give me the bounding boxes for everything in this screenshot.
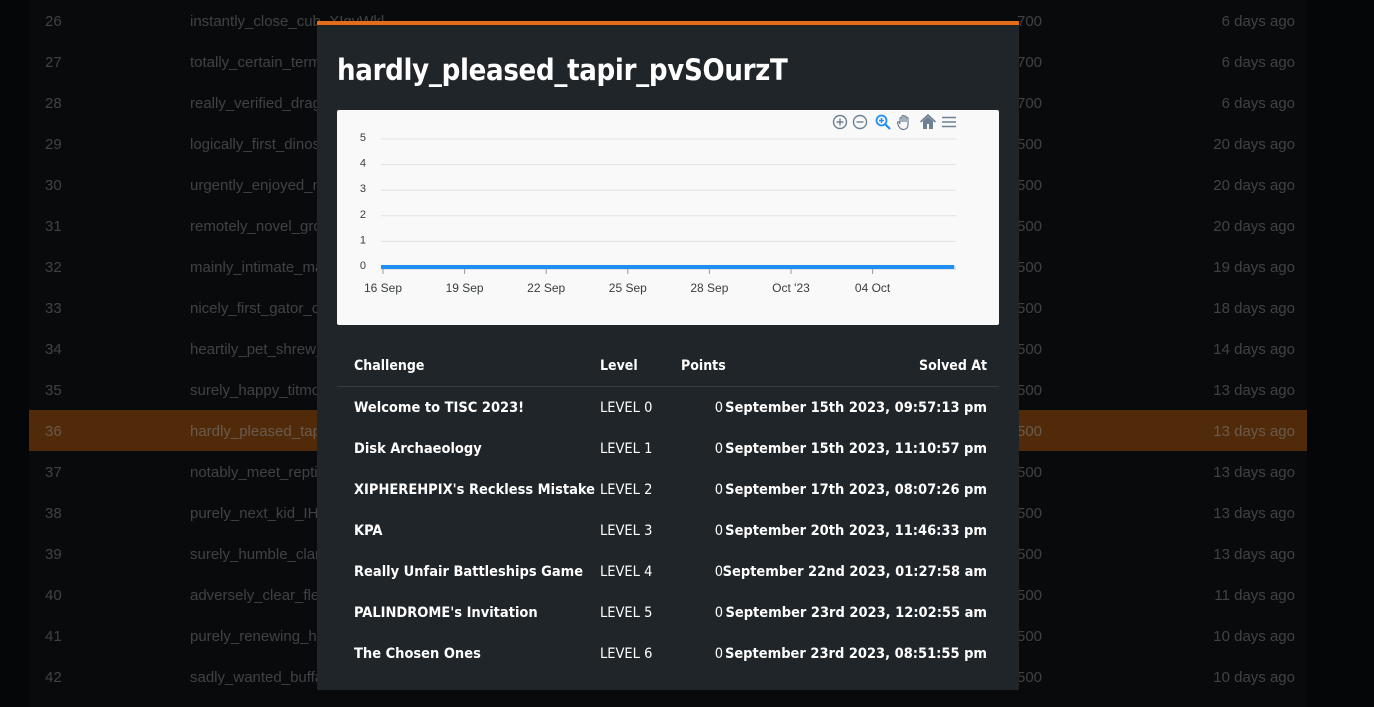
level-cell: LEVEL 0 [600, 400, 653, 416]
y-tick-label: 5 [360, 132, 366, 144]
table-row: XIPHEREHPIX's Reckless Mistake LEVEL 2 0 Se… [337, 469, 999, 510]
modal-title: hardly_pleased_tapir_pvSOurzT [337, 53, 788, 87]
level-cell: LEVEL 1 [600, 441, 653, 457]
x-tick-label: 22 Sep [527, 281, 565, 295]
score-chart-svg: 0 1 2 3 4 5 16 Sep 19 Sep 22 Sep 25 Sep 28 Sep Oct … [360, 132, 956, 295]
points-cell: 0 [714, 441, 723, 457]
points-cell: 0 [714, 523, 723, 539]
y-tick-label: 1 [360, 234, 366, 246]
y-tick-label: 4 [360, 158, 366, 170]
solved-at-cell: September 23rd 2023, 12:02:55 am [725, 605, 987, 621]
points-cell: 0 [714, 482, 723, 498]
home-icon[interactable] [919, 113, 937, 131]
solved-at-cell: September 22nd 2023, 01:27:58 am [722, 564, 987, 580]
level-cell: LEVEL 6 [600, 646, 653, 662]
points-cell: 0 [714, 605, 723, 621]
level-cell: LEVEL 3 [600, 523, 653, 539]
solves-table: Challenge Level Points Solved At Welcome… [337, 346, 999, 674]
menu-icon[interactable] [940, 113, 958, 131]
challenge-cell: PALINDROME's Invitation [354, 605, 538, 621]
header-solved-at[interactable]: Solved At [919, 346, 987, 386]
challenge-cell: KPA [354, 523, 383, 539]
challenge-cell: Disk Archaeology [354, 441, 482, 457]
challenge-cell: Welcome to TISC 2023! [354, 400, 525, 416]
user-detail-modal: hardly_pleased_tapir_pvSOurzT 0 1 2 3 4 5 16 S… [317, 21, 1019, 690]
y-tick-label: 0 [360, 260, 366, 272]
score-chart: 0 1 2 3 4 5 16 Sep 19 Sep 22 Sep 25 Sep 28 Sep Oct … [337, 110, 999, 325]
table-row: Welcome to TISC 2023! LEVEL 0 0 September 1… [337, 387, 999, 428]
points-cell: 0 [714, 564, 723, 580]
level-cell: LEVEL 4 [600, 564, 653, 580]
x-tick-label: Oct '23 [772, 281, 810, 295]
x-tick-label: 19 Sep [446, 281, 484, 295]
y-tick-label: 3 [360, 183, 366, 195]
table-row: Really Unfair Battleships Game LEVEL 4 0 Se… [337, 551, 999, 592]
zoom-in-icon[interactable] [831, 113, 849, 131]
level-cell: LEVEL 2 [600, 482, 653, 498]
y-tick-label: 2 [360, 209, 366, 221]
table-row: PALINDROME's Invitation LEVEL 5 0 September… [337, 592, 999, 633]
table-row: The Chosen Ones LEVEL 6 0 September 23rd 20… [337, 633, 999, 674]
x-tick-label: 04 Oct [855, 281, 891, 295]
zoom-out-icon[interactable] [851, 113, 869, 131]
table-row: KPA LEVEL 3 0 September 20th 2023, 11:46:33… [337, 510, 999, 551]
points-cell: 0 [714, 646, 723, 662]
challenge-cell: The Chosen Ones [354, 646, 481, 662]
header-points[interactable]: Points [681, 346, 726, 386]
header-challenge[interactable]: Challenge [354, 346, 424, 386]
selection-zoom-icon[interactable] [874, 113, 892, 131]
challenge-cell: XIPHEREHPIX's Reckless Mistake [354, 482, 596, 498]
x-tick-label: 25 Sep [609, 281, 647, 295]
challenge-cell: Really Unfair Battleships Game [354, 564, 584, 580]
solved-at-cell: September 17th 2023, 08:07:26 pm [725, 482, 987, 498]
header-level[interactable]: Level [600, 346, 638, 386]
x-tick-label: 16 Sep [364, 281, 402, 295]
solved-at-cell: September 20th 2023, 11:46:33 pm [725, 523, 987, 539]
level-cell: LEVEL 5 [600, 605, 653, 621]
table-row: Disk Archaeology LEVEL 1 0 September 15th 2… [337, 428, 999, 469]
table-header: Challenge Level Points Solved At [337, 346, 999, 387]
x-tick-label: 28 Sep [690, 281, 728, 295]
solved-at-cell: September 23rd 2023, 08:51:55 pm [724, 646, 987, 662]
points-cell: 0 [714, 400, 723, 416]
table-body: Welcome to TISC 2023! LEVEL 0 0 September 1… [337, 387, 999, 674]
pan-icon[interactable] [895, 113, 913, 131]
solved-at-cell: September 15th 2023, 11:10:57 pm [725, 441, 987, 457]
solved-at-cell: September 15th 2023, 09:57:13 pm [725, 400, 987, 416]
